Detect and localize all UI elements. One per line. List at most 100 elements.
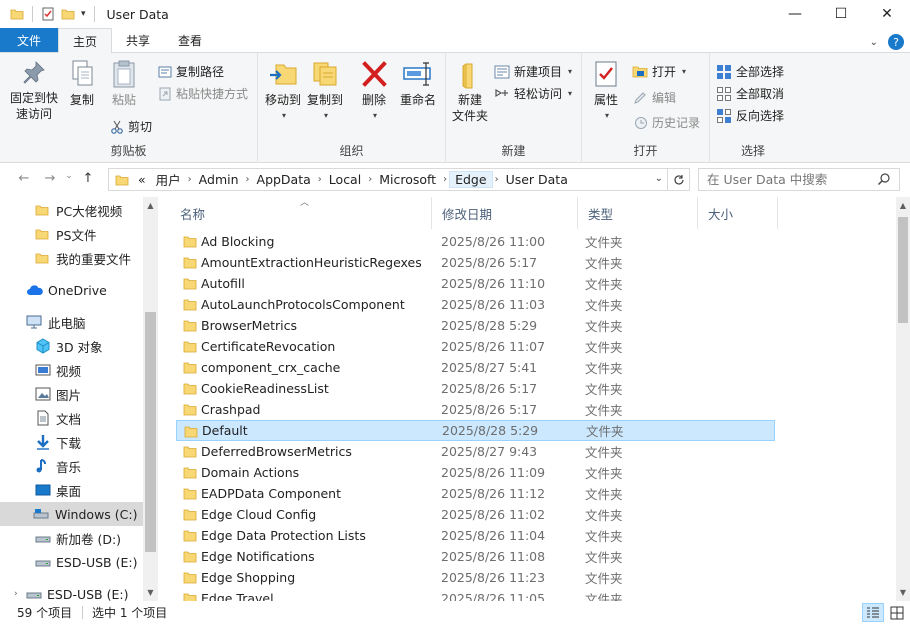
history-button[interactable]: 历史记录 [632, 114, 700, 131]
table-row[interactable]: CertificateRevocation 2025/8/26 11:07 文件夹 [176, 336, 775, 357]
paste-shortcut-button[interactable]: 粘贴快捷方式 [158, 85, 248, 102]
chevron-right-icon[interactable]: › [316, 174, 324, 185]
move-to-button[interactable]: 移动到 ▾ [264, 59, 302, 124]
scroll-down-arrow[interactable]: ▼ [143, 588, 158, 597]
chevron-right-icon[interactable]: › [493, 174, 501, 185]
new-folder-button[interactable]: 新建 文件夹 [450, 59, 490, 124]
tab-share[interactable]: 共享 [112, 28, 164, 52]
table-row[interactable]: Edge Data Protection Lists 2025/8/26 11:0… [176, 525, 775, 546]
nav-item-videos[interactable]: 视频 [35, 358, 81, 382]
new-folder-icon[interactable] [61, 7, 75, 21]
column-header-name[interactable]: 名称 [170, 197, 432, 229]
column-header-type[interactable]: 类型 [578, 197, 698, 229]
copy-button[interactable]: 复制 [64, 59, 100, 108]
scrollbar-thumb[interactable] [898, 217, 908, 323]
easy-access-button[interactable]: 轻松访问 ▾ [494, 85, 572, 102]
breadcrumb-item[interactable]: User Data [501, 172, 573, 187]
breadcrumb-item[interactable]: Admin [194, 172, 244, 187]
address-dropdown-icon[interactable]: ⌄ [655, 173, 663, 184]
table-row[interactable]: Default 2025/8/28 5:29 文件夹 [176, 420, 775, 441]
breadcrumb-item[interactable]: Local [324, 172, 366, 187]
invert-selection-button[interactable]: 反向选择 [716, 107, 784, 124]
tab-home[interactable]: 主页 [58, 28, 113, 53]
table-row[interactable]: AutoLaunchProtocolsComponent 2025/8/26 11… [176, 294, 775, 315]
help-icon[interactable]: ? [888, 34, 904, 50]
edit-button[interactable]: 编辑 [632, 89, 676, 106]
forward-button[interactable]: → [38, 171, 62, 186]
scroll-up-arrow[interactable]: ▲ [143, 201, 158, 210]
cut-button[interactable]: 剪切 [110, 118, 152, 135]
nav-item-esd-usb-e[interactable]: ESD-USB (E:) [35, 550, 137, 574]
nav-item-3d-objects[interactable]: 3D 对象 [35, 334, 103, 358]
table-row[interactable]: Autofill 2025/8/26 11:10 文件夹 [176, 273, 775, 294]
column-header-date[interactable]: 修改日期 [432, 197, 578, 229]
chevron-right-icon[interactable]: › [186, 174, 194, 185]
nav-item-windows-c[interactable]: Windows (C:) [0, 502, 143, 526]
nav-pane-scrollbar[interactable]: ▲ ▼ [143, 197, 158, 601]
table-row[interactable]: CookieReadinessList 2025/8/26 5:17 文件夹 [176, 378, 775, 399]
nav-item-this-pc[interactable]: 此电脑 [26, 310, 86, 334]
table-row[interactable]: Edge Travel 2025/8/26 11:05 文件夹 [176, 588, 775, 601]
table-row[interactable]: component_crx_cache 2025/8/27 5:41 文件夹 [176, 357, 775, 378]
table-row[interactable]: AmountExtractionHeuristicRegexes 2025/8/2… [176, 252, 775, 273]
table-row[interactable]: Edge Notifications 2025/8/26 11:08 文件夹 [176, 546, 775, 567]
chevron-down-icon[interactable]: ⌄ [870, 37, 878, 48]
recent-locations-button[interactable]: ⌄ [64, 171, 74, 186]
breadcrumb-overflow[interactable]: « [133, 172, 151, 187]
copy-path-button[interactable]: 复制路径 [158, 63, 224, 80]
open-button[interactable]: 打开 ▾ [632, 63, 686, 80]
nav-item-documents[interactable]: 文档 [35, 406, 81, 430]
large-icons-view-button[interactable] [886, 603, 908, 622]
select-all-button[interactable]: 全部选择 [716, 63, 784, 80]
search-icon[interactable] [877, 172, 891, 186]
search-input[interactable] [707, 172, 867, 187]
table-row[interactable]: BrowserMetrics 2025/8/28 5:29 文件夹 [176, 315, 775, 336]
breadcrumb-item[interactable]: 用户 [151, 170, 186, 189]
minimize-button[interactable]: — [772, 0, 818, 28]
nav-item-pc-video[interactable]: PC大佬视频 [35, 198, 122, 222]
chevron-right-icon[interactable]: › [366, 174, 374, 185]
tab-view[interactable]: 查看 [164, 28, 216, 52]
delete-button[interactable]: 删除 ▾ [356, 59, 392, 124]
column-header-size[interactable]: 大小 [698, 197, 778, 229]
refresh-button[interactable] [668, 168, 690, 191]
maximize-button[interactable]: ☐ [818, 0, 864, 28]
up-button[interactable]: ↑ [76, 171, 100, 186]
chevron-down-icon[interactable]: ▾ [81, 9, 86, 19]
properties-button[interactable]: 属性 ▾ [588, 59, 624, 124]
nav-item-ps-files[interactable]: PS文件 [35, 222, 96, 246]
address-bar[interactable]: « 用户 › Admin › AppData › Local › Microso… [108, 168, 668, 191]
scroll-up-arrow[interactable]: ▲ [896, 201, 910, 210]
tab-file[interactable]: 文件 [0, 28, 58, 52]
nav-item-onedrive[interactable]: OneDrive [26, 278, 107, 302]
nav-item-esd-usb-e-root[interactable]: › ESD-USB (E:) [14, 582, 128, 602]
scrollbar-thumb[interactable] [145, 312, 156, 552]
new-item-button[interactable]: 新建项目 ▾ [494, 63, 572, 80]
nav-item-desktop[interactable]: 桌面 [35, 478, 81, 502]
breadcrumb-item[interactable]: Microsoft [374, 172, 441, 187]
chevron-right-icon[interactable]: › [441, 174, 449, 185]
table-row[interactable]: DeferredBrowserMetrics 2025/8/27 9:43 文件夹 [176, 441, 775, 462]
table-row[interactable]: EADPData Component 2025/8/26 11:12 文件夹 [176, 483, 775, 504]
table-row[interactable]: Domain Actions 2025/8/26 11:09 文件夹 [176, 462, 775, 483]
rename-button[interactable]: 重命名 [396, 59, 440, 108]
nav-item-pictures[interactable]: 图片 [35, 382, 81, 406]
properties-check-icon[interactable] [41, 7, 55, 21]
scroll-down-arrow[interactable]: ▼ [896, 588, 910, 597]
chevron-right-icon[interactable]: › [244, 174, 252, 185]
table-row[interactable]: Edge Shopping 2025/8/26 11:23 文件夹 [176, 567, 775, 588]
select-none-button[interactable]: 全部取消 [716, 85, 784, 102]
copy-to-button[interactable]: 复制到 ▾ [306, 59, 344, 124]
table-row[interactable]: Crashpad 2025/8/26 5:17 文件夹 [176, 399, 775, 420]
details-view-button[interactable] [862, 603, 884, 622]
chevron-right-icon[interactable]: › [14, 589, 26, 599]
search-box[interactable] [698, 168, 900, 191]
table-row[interactable]: Ad Blocking 2025/8/26 11:00 文件夹 [176, 231, 775, 252]
breadcrumb-item[interactable]: Edge [449, 171, 493, 188]
table-row[interactable]: Edge Cloud Config 2025/8/26 11:02 文件夹 [176, 504, 775, 525]
pin-to-quick-access-button[interactable]: 固定到快 速访问 [6, 59, 62, 122]
back-button[interactable]: ← [12, 171, 36, 186]
breadcrumb-item[interactable]: AppData [252, 172, 316, 187]
nav-item-music[interactable]: 音乐 [35, 454, 81, 478]
nav-item-important-files[interactable]: 我的重要文件 [35, 246, 131, 270]
